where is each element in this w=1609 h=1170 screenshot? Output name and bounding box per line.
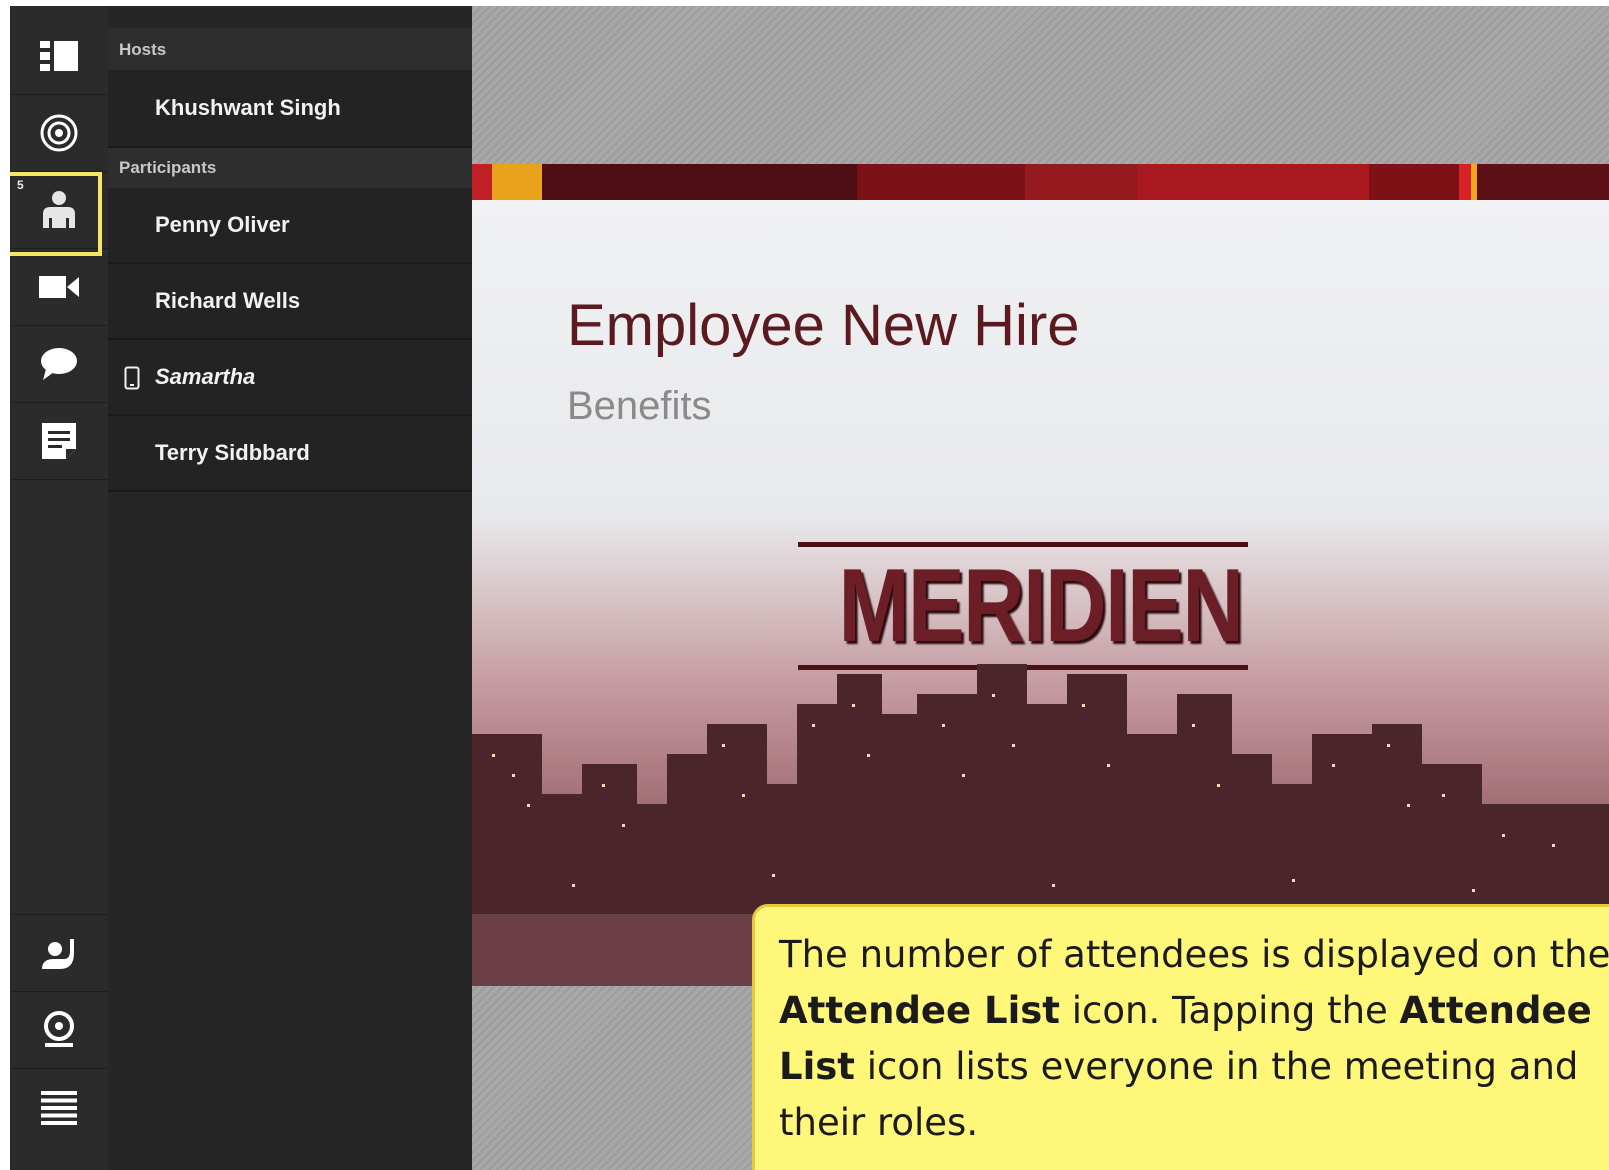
slide-subtitle: Benefits bbox=[567, 384, 712, 428]
pod-rail: 5 bbox=[10, 6, 109, 1170]
video-button[interactable] bbox=[10, 249, 108, 326]
meeting-app: 5 Hosts Khushwant Singh Participants Pen… bbox=[10, 6, 1609, 1170]
attendee-name: Khushwant Singh bbox=[155, 95, 341, 120]
notes-button[interactable] bbox=[10, 403, 108, 480]
layout-icon bbox=[40, 41, 78, 71]
attendee-name: Terry Sidbbard bbox=[155, 440, 310, 465]
attendee-row[interactable]: Penny Oliver bbox=[108, 188, 472, 264]
callout-text: The number of attendees is displayed on … bbox=[779, 933, 1609, 976]
menu-icon bbox=[41, 1090, 77, 1125]
attendee-row[interactable]: Terry Sidbbard bbox=[108, 416, 472, 492]
webcam-icon bbox=[44, 1011, 74, 1047]
chat-icon bbox=[41, 348, 77, 380]
attendee-row[interactable]: Samartha bbox=[108, 340, 472, 416]
target-icon bbox=[40, 114, 78, 152]
callout-bold-text: Attendee List bbox=[779, 989, 1060, 1032]
slide-header-bar bbox=[472, 164, 1609, 200]
raise-hand-icon bbox=[42, 939, 74, 969]
layout-button[interactable] bbox=[10, 18, 108, 95]
video-icon bbox=[39, 276, 79, 298]
slide-title: Employee New Hire bbox=[567, 293, 1080, 358]
hosts-header: Hosts bbox=[108, 28, 472, 70]
participants-header: Participants bbox=[108, 148, 472, 188]
target-button[interactable] bbox=[10, 95, 108, 172]
attendee-list-highlight bbox=[10, 172, 102, 256]
rail-spacer bbox=[10, 480, 108, 915]
menu-button[interactable] bbox=[10, 1069, 108, 1146]
attendee-row[interactable]: Richard Wells bbox=[108, 264, 472, 340]
webcam-button[interactable] bbox=[10, 992, 108, 1069]
attendee-row-host[interactable]: Khushwant Singh bbox=[108, 70, 472, 148]
callout-text: icon lists everyone in the meeting and t… bbox=[779, 1045, 1579, 1144]
presentation-slide: Employee New Hire Benefits MERIDIEN bbox=[472, 164, 1609, 986]
attendee-list-panel: Hosts Khushwant Singh Participants Penny… bbox=[108, 6, 472, 1170]
callout-text: icon. Tapping the bbox=[1059, 989, 1400, 1032]
attendee-name: Samartha bbox=[155, 364, 256, 389]
mobile-device-icon bbox=[124, 366, 140, 390]
chat-button[interactable] bbox=[10, 326, 108, 403]
notes-icon bbox=[42, 423, 76, 459]
raise-hand-button[interactable] bbox=[10, 915, 108, 992]
attendee-name: Richard Wells bbox=[155, 288, 301, 313]
attendee-name: Penny Oliver bbox=[155, 212, 290, 237]
tip-callout: The number of attendees is displayed on … bbox=[752, 904, 1609, 1170]
